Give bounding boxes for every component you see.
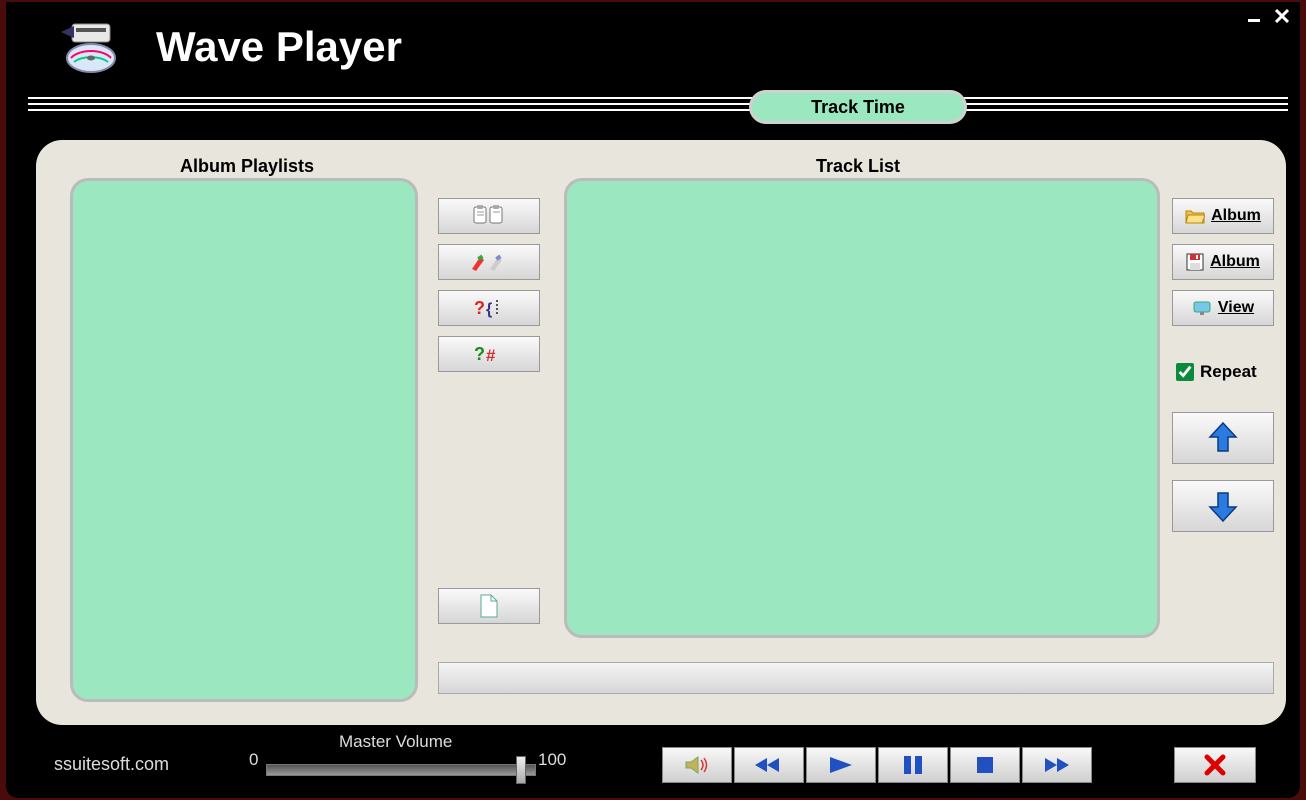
track-time-badge: Track Time — [749, 90, 967, 124]
repeat-checkbox[interactable] — [1176, 363, 1194, 381]
forward-button[interactable] — [1022, 747, 1092, 783]
master-volume-label: Master Volume — [339, 732, 452, 752]
main-panel: Album Playlists Track List ?{ — [36, 140, 1286, 725]
footer-link[interactable]: ssuitesoft.com — [54, 754, 169, 775]
monitor-icon — [1192, 300, 1212, 316]
close-x-icon — [1204, 754, 1226, 776]
pencil-tools-icon — [470, 251, 508, 273]
speaker-button[interactable] — [662, 747, 732, 783]
svg-text:?: ? — [474, 344, 485, 364]
transport-controls — [662, 747, 1092, 783]
clipboard-icon — [472, 205, 506, 227]
pause-icon — [901, 754, 925, 776]
repeat-label: Repeat — [1200, 362, 1257, 382]
fast-forward-icon — [1041, 755, 1073, 775]
svg-text:?: ? — [474, 298, 485, 318]
footer: ssuitesoft.com Master Volume 0 100 — [36, 732, 1286, 792]
stop-icon — [974, 754, 996, 776]
playlist-tools-column: ?{ ?# — [438, 198, 542, 372]
app-title: Wave Player — [156, 23, 402, 71]
header-divider — [28, 97, 1288, 115]
move-down-button[interactable] — [1172, 480, 1274, 532]
play-icon — [826, 754, 856, 776]
query-playlist-button[interactable]: ?{ — [438, 290, 540, 326]
rewind-button[interactable] — [734, 747, 804, 783]
track-move-column — [1172, 412, 1274, 532]
album-playlists-label: Album Playlists — [180, 156, 314, 177]
track-list-label: Track List — [816, 156, 900, 177]
app-logo-icon — [56, 20, 126, 75]
new-file-button[interactable] — [438, 588, 540, 624]
floppy-save-icon — [1186, 253, 1204, 271]
exit-button[interactable] — [1174, 747, 1256, 783]
save-album-label: Album — [1210, 253, 1260, 271]
repeat-checkbox-wrap[interactable]: Repeat — [1176, 362, 1257, 382]
volume-slider-track[interactable] — [266, 764, 536, 776]
app-window: Wave Player Track Time Album Playlists T… — [6, 2, 1300, 798]
volume-slider-thumb[interactable] — [516, 756, 526, 784]
query-hash-button[interactable]: ?# — [438, 336, 540, 372]
play-button[interactable] — [806, 747, 876, 783]
copy-playlist-button[interactable] — [438, 198, 540, 234]
status-bar — [438, 662, 1274, 694]
track-listbox[interactable] — [564, 178, 1160, 638]
save-album-button[interactable]: Album — [1172, 244, 1274, 280]
edit-playlist-button[interactable] — [438, 244, 540, 280]
view-label: View — [1218, 299, 1254, 317]
question-hash-icon: ?# — [474, 343, 504, 365]
svg-text:#: # — [486, 346, 496, 365]
move-up-button[interactable] — [1172, 412, 1274, 464]
view-button[interactable]: View — [1172, 290, 1274, 326]
pause-button[interactable] — [878, 747, 948, 783]
new-page-icon — [479, 594, 499, 618]
svg-text:{: { — [486, 301, 492, 318]
open-album-label: Album — [1211, 207, 1261, 225]
arrow-down-icon — [1208, 489, 1238, 523]
stop-button[interactable] — [950, 747, 1020, 783]
album-playlists-listbox[interactable] — [70, 178, 418, 702]
open-album-button[interactable]: Album — [1172, 198, 1274, 234]
arrow-up-icon — [1208, 421, 1238, 455]
rewind-icon — [753, 755, 785, 775]
folder-open-icon — [1185, 208, 1205, 224]
track-time-label: Track Time — [811, 97, 905, 118]
volume-min-label: 0 — [249, 750, 258, 770]
album-tools-column: Album Album View — [1172, 198, 1274, 326]
speaker-icon — [684, 754, 710, 776]
app-header: Wave Player — [6, 12, 1300, 82]
question-brace-icon: ?{ — [472, 297, 506, 319]
volume-max-label: 100 — [538, 750, 566, 770]
